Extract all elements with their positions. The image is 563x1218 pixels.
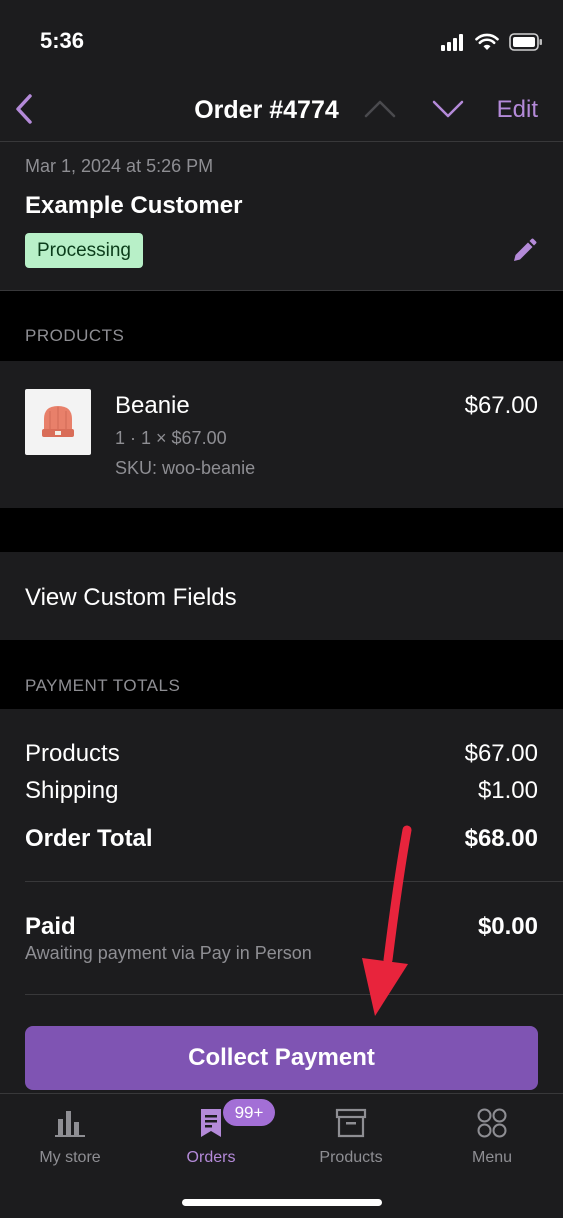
customer-name: Example Customer [25, 192, 243, 219]
tab-products[interactable]: Products [281, 1094, 421, 1184]
product-sku: SKU: woo-beanie [115, 458, 256, 478]
status-badge: Processing [25, 233, 143, 268]
products-total-value: $67.00 [464, 740, 538, 767]
status-time: 5:36 [40, 28, 85, 53]
collect-payment-button[interactable]: Collect Payment [25, 1026, 538, 1090]
previous-order-chevron-up-icon[interactable] [362, 94, 398, 124]
payment-totals-card: Products $67.00 Shipping $1.00 Order Tot… [0, 709, 563, 1093]
product-row[interactable]: Beanie 1 · 1 × $67.00 SKU: woo-beanie $6… [0, 361, 563, 508]
navigation-bar: Order #4774 Edit [0, 80, 563, 142]
totals-divider [25, 881, 563, 882]
order-total-label: Order Total [25, 825, 153, 852]
product-thumbnail [25, 389, 91, 455]
beanie-image-icon [42, 406, 74, 437]
tab-label-my-store: My store [39, 1149, 101, 1166]
tab-label-orders: Orders [186, 1149, 236, 1166]
edit-status-pencil-icon[interactable] [511, 238, 537, 264]
paid-label: Paid [25, 913, 76, 940]
payment-method-note: Awaiting payment via Pay in Person [25, 943, 312, 963]
battery-icon [509, 33, 542, 51]
view-custom-fields-row[interactable]: View Custom Fields [0, 552, 563, 640]
orders-count-badge: 99+ [223, 1099, 275, 1126]
status-bar: 5:36 [0, 0, 563, 80]
tab-label-menu: Menu [471, 1149, 513, 1166]
view-custom-fields-label: View Custom Fields [25, 584, 237, 611]
shipping-value: $1.00 [477, 777, 538, 804]
order-date: Mar 1, 2024 at 5:26 PM [25, 156, 214, 176]
back-chevron-icon[interactable] [10, 92, 40, 126]
tab-my-store[interactable]: My store [0, 1094, 140, 1184]
products-total-label: Products [25, 740, 120, 767]
shipping-label: Shipping [25, 777, 119, 804]
order-total-value: $68.00 [464, 825, 538, 852]
products-section-label: PRODUCTS [25, 326, 125, 345]
archive-box-icon [335, 1108, 367, 1138]
tab-bar: My store Orders 99+ Products Menu [0, 1093, 563, 1218]
cellular-signal-icon [441, 34, 463, 51]
payment-totals-section-label: PAYMENT TOTALS [25, 676, 181, 695]
paid-divider [25, 994, 563, 995]
tab-label-products: Products [319, 1149, 383, 1166]
next-order-chevron-down-icon[interactable] [430, 94, 466, 124]
product-price: $67.00 [464, 392, 538, 419]
page-title: Order #4774 [194, 96, 339, 124]
grid-circles-icon [477, 1108, 507, 1138]
home-indicator [182, 1199, 382, 1206]
product-name: Beanie [115, 392, 190, 419]
status-icons [441, 30, 543, 54]
tab-menu[interactable]: Menu [422, 1094, 562, 1184]
product-quantity: 1 · 1 × $67.00 [115, 428, 227, 448]
wifi-icon [475, 33, 499, 50]
order-header-card: Mar 1, 2024 at 5:26 PM Example Customer … [0, 142, 563, 291]
edit-button[interactable]: Edit [497, 96, 538, 124]
bar-chart-icon [55, 1111, 85, 1137]
paid-value: $0.00 [477, 913, 538, 940]
